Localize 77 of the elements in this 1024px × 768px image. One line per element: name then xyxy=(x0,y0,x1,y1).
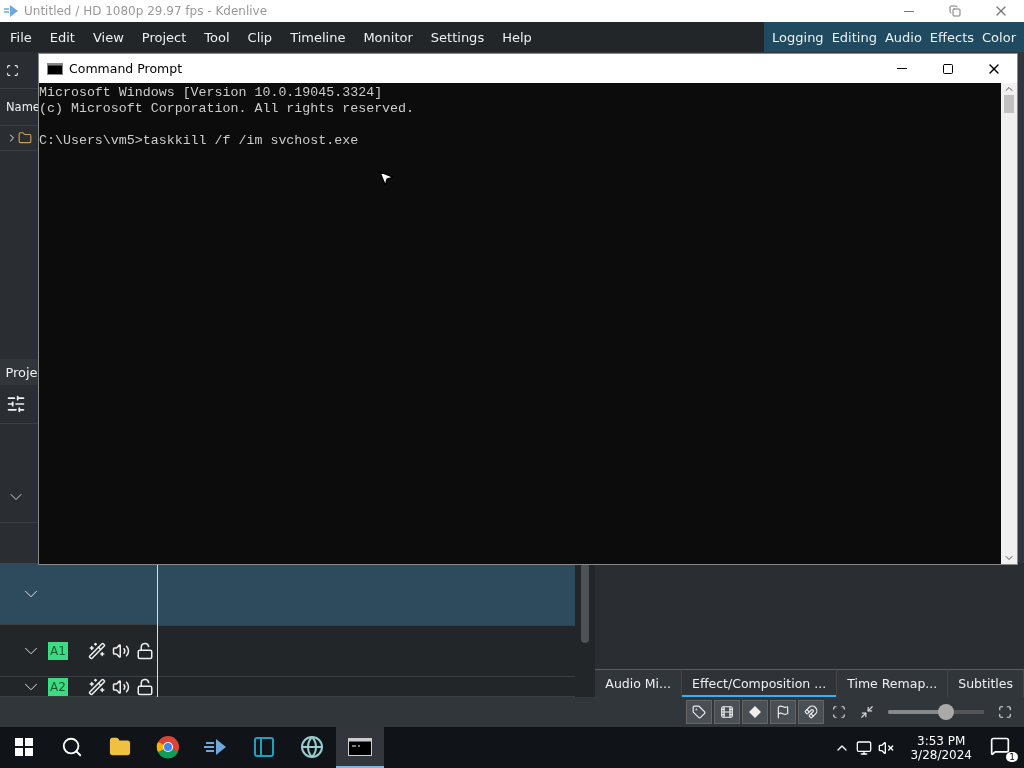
flag-icon xyxy=(776,705,790,719)
scrollbar-thumb[interactable] xyxy=(1004,95,1014,113)
panel-tab[interactable]: Audio Mi... xyxy=(595,669,682,697)
editor-icon xyxy=(204,736,228,757)
menu-item[interactable]: Tool xyxy=(204,29,230,45)
collapse-icon xyxy=(860,705,874,719)
project-tab[interactable]: Proje xyxy=(0,359,38,385)
console-line: Microsoft Windows [Version 10.0.19045.3324] xyxy=(39,85,384,101)
menu-item[interactable]: Settings xyxy=(430,29,485,45)
tag-button[interactable] xyxy=(686,700,712,724)
fullscreen-icon xyxy=(998,705,1012,719)
tag-icon xyxy=(692,705,706,719)
menu-item[interactable]: Timeline xyxy=(290,29,346,45)
search-icon xyxy=(61,735,83,758)
workspace-tab[interactable]: Logging xyxy=(768,29,828,45)
menu-item[interactable]: View xyxy=(92,29,124,45)
browser-icon xyxy=(156,734,180,759)
lock-icon[interactable] xyxy=(135,677,154,696)
network-icon[interactable] xyxy=(856,739,873,756)
panel-tab[interactable]: Time Remap... xyxy=(837,669,949,697)
minimize-icon xyxy=(897,68,907,69)
workspace-tab[interactable]: Audio xyxy=(880,29,926,45)
notification-count: 1 xyxy=(1006,751,1018,762)
flag-button[interactable] xyxy=(770,700,796,724)
folder-icon xyxy=(109,735,131,758)
console-icon xyxy=(47,62,63,75)
taskbar-button[interactable] xyxy=(336,727,384,768)
wand-icon[interactable] xyxy=(87,677,106,696)
muted-speaker-icon[interactable] xyxy=(878,739,895,756)
window-title: Untitled / HD 1080p 29.97 fps - Kdenlive xyxy=(24,4,269,18)
console-icon xyxy=(348,737,372,756)
magnet-icon xyxy=(804,705,818,719)
track-header[interactable]: A2 xyxy=(0,677,158,697)
notification-button[interactable]: 1 xyxy=(988,733,1018,762)
message-icon xyxy=(990,735,1010,756)
menu-item[interactable]: Help xyxy=(502,29,532,45)
film-icon xyxy=(720,705,734,719)
folder-icon xyxy=(18,131,32,145)
column-header: Name xyxy=(6,100,40,114)
film-button[interactable] xyxy=(714,700,740,724)
mouse-pointer-icon xyxy=(377,169,395,187)
track-header[interactable]: A1 xyxy=(0,625,158,677)
slider-handle[interactable] xyxy=(937,704,954,720)
wand-icon[interactable] xyxy=(87,641,106,660)
magnet-button[interactable] xyxy=(798,700,824,724)
track-label: A1 xyxy=(48,641,68,660)
sliders-icon[interactable] xyxy=(6,394,26,414)
windows-icon xyxy=(15,737,33,756)
console-scrollbar[interactable] xyxy=(1001,83,1017,564)
console-line: (c) Microsoft Corporation. All rights reserved. xyxy=(39,101,416,117)
globe-icon xyxy=(300,734,324,759)
keyframe-button[interactable] xyxy=(742,700,768,724)
minimize-icon xyxy=(904,10,914,12)
menu-item[interactable]: Edit xyxy=(49,29,75,45)
restore-icon xyxy=(949,5,961,17)
lock-icon[interactable] xyxy=(135,641,154,660)
speaker-icon[interactable] xyxy=(111,641,130,660)
maximize-icon xyxy=(942,62,954,75)
diamond-icon xyxy=(748,705,762,719)
console-command: C:\Users\vm5>taskkill /f /im svchost.exe xyxy=(39,133,360,149)
panel-tab[interactable]: Effect/Composition ... xyxy=(682,669,838,697)
menu-item[interactable]: Project xyxy=(141,29,187,45)
panel-tab[interactable]: Subtitles xyxy=(948,669,1024,697)
menu-item[interactable]: Monitor xyxy=(363,29,413,45)
clock[interactable]: 3:53 PM 3/28/2024 xyxy=(910,733,972,762)
track-label: A2 xyxy=(48,677,68,696)
scrollbar-thumb[interactable] xyxy=(581,563,590,643)
zoom-fit-icon xyxy=(832,705,846,719)
panel-icon xyxy=(252,734,276,759)
console-title: Command Prompt xyxy=(69,61,184,76)
workspace-tab[interactable]: Color xyxy=(978,29,1020,45)
menu-item[interactable]: File xyxy=(10,29,32,45)
speaker-icon[interactable] xyxy=(111,677,130,696)
app-logo-icon xyxy=(4,5,18,17)
menu-item[interactable]: Clip xyxy=(247,29,273,45)
workspace-tab[interactable]: Editing xyxy=(827,29,881,45)
workspace-tab[interactable]: Effects xyxy=(925,29,979,45)
